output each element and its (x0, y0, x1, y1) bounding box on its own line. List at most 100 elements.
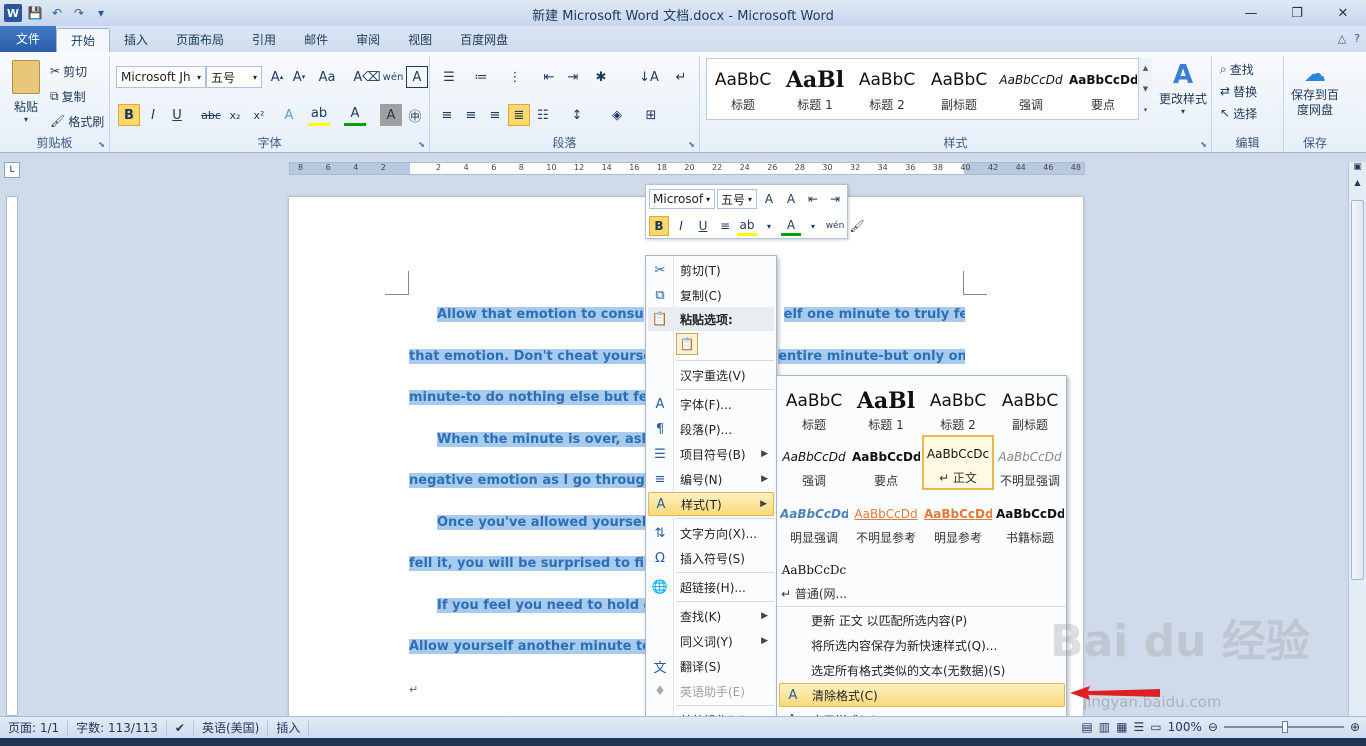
menu-styles[interactable]: A 样式(T) ▶ (648, 492, 774, 516)
menu-bullets[interactable]: ☰ 项目符号(B) ▶ (648, 442, 774, 466)
clear-formatting-command[interactable]: A 清除格式(C) (779, 683, 1065, 707)
sort-icon[interactable]: ↓A (638, 66, 660, 88)
full-screen-icon[interactable]: ▥ (1099, 720, 1110, 734)
chevron-down-icon[interactable]: ▾ (803, 216, 823, 236)
save-icon[interactable]: 💾 (26, 4, 44, 22)
superscript-button[interactable]: x² (248, 104, 270, 126)
minimize-icon[interactable]: — (1228, 0, 1274, 26)
find-button[interactable]: ⌕ 查找 (1220, 58, 1254, 80)
show-marks-icon[interactable]: ↵ (670, 66, 692, 88)
italic-button[interactable]: I (671, 216, 691, 236)
tab-baidu-netdisk[interactable]: 百度网盘 (446, 28, 522, 52)
vertical-scrollbar[interactable]: ▣ ▲ (1348, 162, 1366, 716)
highlight-icon[interactable]: ab (308, 104, 330, 126)
redo-icon[interactable]: ↷ (70, 4, 88, 22)
language-indicator[interactable]: 英语(美国) (194, 719, 269, 736)
outline-icon[interactable]: ☰ (1133, 720, 1144, 734)
web-layout-icon[interactable]: ▦ (1116, 720, 1127, 734)
select-similar-command[interactable]: 选定所有格式类似的文本(无数据)(S) (779, 658, 1065, 682)
bold-button[interactable]: B (649, 216, 669, 236)
shading-icon[interactable]: ◈ (606, 104, 628, 126)
enclose-characters-icon[interactable]: ㊥ (404, 104, 426, 126)
dialog-launcher-icon[interactable]: ⬊ (418, 140, 425, 149)
menu-hyperlink[interactable]: 🌐 超链接(H)... (648, 575, 774, 599)
style-subtitle[interactable]: AaBbC 副标题 (994, 382, 1066, 437)
dialog-launcher-icon[interactable]: ⬊ (1200, 140, 1207, 149)
phonetic-guide-icon[interactable]: wén (382, 66, 404, 88)
menu-text-direction[interactable]: ⇅ 文字方向(X)... (648, 521, 774, 545)
center-icon[interactable]: ≡ (715, 216, 735, 236)
tab-page-layout[interactable]: 页面布局 (162, 28, 238, 52)
word-app-icon[interactable]: W (4, 4, 22, 22)
bold-button[interactable]: B (118, 104, 140, 126)
replace-button[interactable]: ⇄ 替换 (1220, 80, 1257, 102)
tab-insert[interactable]: 插入 (110, 28, 162, 52)
save-to-baidu-button[interactable]: ☁ 保存到百度网盘 (1286, 62, 1344, 118)
menu-copy[interactable]: ⧉ 复制(C) (648, 283, 774, 307)
insert-mode[interactable]: 插入 (268, 719, 310, 736)
menu-translate[interactable]: 文翻译(S) (648, 654, 774, 678)
numbering-icon[interactable]: ≔ (470, 66, 492, 88)
tab-mailings[interactable]: 邮件 (290, 28, 342, 52)
word-count[interactable]: 字数: 113/113 (68, 719, 167, 736)
print-layout-icon[interactable]: ▤ (1081, 720, 1092, 734)
minimize-ribbon-icon[interactable]: △ (1338, 32, 1346, 45)
dialog-launcher-icon[interactable]: ⬊ (98, 140, 105, 149)
close-icon[interactable]: ✕ (1320, 0, 1366, 26)
change-case-icon[interactable]: Aa (316, 66, 338, 88)
increase-indent-icon[interactable]: ⇥ (825, 189, 845, 209)
chevron-down-icon[interactable]: ▼ (1143, 85, 1148, 93)
chevron-up-icon[interactable]: ▲ (1143, 64, 1148, 72)
draft-icon[interactable]: ▭ (1150, 720, 1161, 734)
clear-formatting-icon[interactable]: A⌫ (353, 66, 380, 88)
tab-view[interactable]: 视图 (394, 28, 446, 52)
menu-font[interactable]: A 字体(F)... (648, 392, 774, 416)
update-style-command[interactable]: 更新 正文 以匹配所选内容(P) (779, 608, 1065, 632)
page-count[interactable]: 页面: 1/1 (0, 719, 69, 736)
font-size-combo[interactable]: 五号 ▾ (206, 66, 262, 88)
style-strong[interactable]: AaBbCcDd 要点 (1067, 59, 1139, 119)
style-strong[interactable]: AaBbCcDd 要点 (850, 438, 922, 493)
scroll-up-icon[interactable]: ▲ (1349, 178, 1366, 187)
restore-icon[interactable]: ❐ (1274, 0, 1320, 26)
ruler-toggle-icon[interactable]: ▣ (1349, 162, 1366, 178)
shrink-font-icon[interactable]: A ▾ (288, 66, 310, 88)
menu-paragraph[interactable]: ¶ 段落(P)... (648, 417, 774, 441)
proofing-icon[interactable]: ✔ (167, 719, 194, 736)
paste-keep-text-icon[interactable]: 📋 (676, 333, 698, 355)
help-icon[interactable]: ? (1354, 32, 1360, 45)
change-styles-button[interactable]: A 更改样式 ▾ (1156, 60, 1210, 124)
style-intense-reference[interactable]: AaBbCcDd 明显参考 (922, 495, 994, 550)
underline-button[interactable]: U (166, 104, 188, 126)
select-button[interactable]: ↖ 选择 (1220, 102, 1257, 124)
phonetic-guide-icon[interactable]: wén (825, 216, 845, 236)
style-heading-2[interactable]: AaBbC 标题 2 (851, 59, 923, 119)
scroll-thumb[interactable] (1351, 200, 1364, 580)
tab-home[interactable]: 开始 (56, 28, 111, 52)
italic-button[interactable]: I (142, 104, 164, 126)
strikethrough-button[interactable]: abc (200, 104, 222, 126)
copy-button[interactable]: ⧉ 复制 (50, 85, 86, 107)
increase-indent-icon[interactable]: ⇥ (562, 66, 584, 88)
tab-review[interactable]: 审阅 (342, 28, 394, 52)
multilevel-list-icon[interactable]: ⋮ (504, 66, 526, 88)
style-subtitle[interactable]: AaBbC 副标题 (923, 59, 995, 119)
subscript-button[interactable]: x₂ (224, 104, 246, 126)
style-subtle-emphasis[interactable]: AaBbCcDd 不明显强调 (994, 438, 1066, 493)
character-shading-icon[interactable]: A (380, 104, 402, 126)
align-left-icon[interactable]: ≡ (436, 104, 458, 126)
gallery-scroll[interactable]: ▲ ▼ ▾ (1138, 58, 1152, 120)
menu-cut[interactable]: ✂ 剪切(T) (648, 258, 774, 282)
font-color-icon[interactable]: A (344, 104, 366, 126)
menu-lookup[interactable]: 查找(K) ▶ (648, 604, 774, 628)
vertical-ruler[interactable] (6, 196, 18, 716)
grow-font-icon[interactable]: A ▴ (266, 66, 288, 88)
zoom-slider-thumb[interactable] (1281, 721, 1288, 733)
align-right-icon[interactable]: ≡ (484, 104, 506, 126)
decrease-indent-icon[interactable]: ⇤ (803, 189, 823, 209)
line-spacing-icon[interactable]: ↕ (566, 104, 588, 126)
style-heading-1[interactable]: AaBl 标题 1 (850, 382, 922, 437)
text-effects-icon[interactable]: A (278, 104, 300, 126)
font-name-combo[interactable]: Microsoft Jh ▾ (116, 66, 206, 88)
borders-icon[interactable]: ⊞ (640, 104, 662, 126)
